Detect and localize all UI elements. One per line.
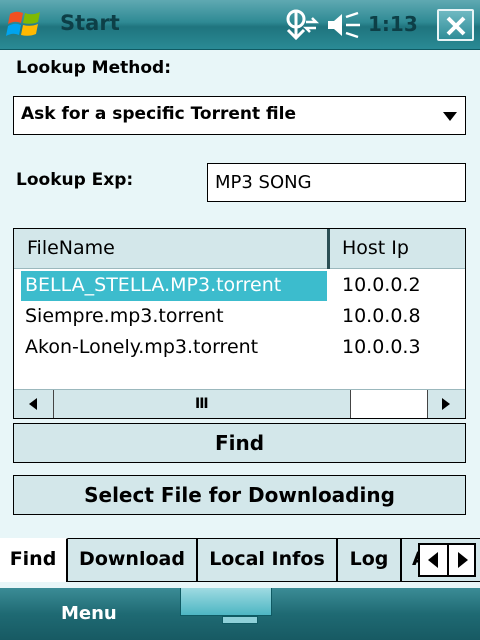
tab-log[interactable]: Log — [338, 539, 402, 582]
scroll-left-button[interactable] — [14, 390, 54, 418]
title-bar: Start 1:13 — [0, 0, 480, 50]
keyboard-toggle-button[interactable] — [180, 588, 272, 616]
select-file-button[interactable]: Select File for Downloading — [13, 475, 466, 515]
host-ip-cell: 10.0.0.3 — [342, 336, 421, 358]
keyboard-icon — [222, 616, 258, 624]
arrow-left-icon — [29, 398, 37, 410]
menu-softkey[interactable]: Menu — [61, 603, 117, 624]
host-ip-cell: 10.0.0.2 — [342, 274, 421, 296]
windows-flag-icon[interactable] — [6, 6, 44, 44]
close-button[interactable] — [437, 9, 474, 41]
host-ip-cell: 10.0.0.8 — [342, 305, 421, 327]
list-row[interactable]: Akon-Lonely.mp3.torrent 10.0.0.3 — [14, 333, 465, 364]
window-title[interactable]: Start — [60, 11, 120, 35]
column-header-filename[interactable]: FileName — [14, 229, 330, 269]
find-button[interactable]: Find — [13, 423, 466, 463]
lookup-method-label: Lookup Method: — [16, 58, 172, 78]
filename-cell: BELLA_STELLA.MP3.torrent — [21, 271, 327, 301]
connectivity-icon[interactable] — [284, 8, 320, 42]
list-row[interactable]: BELLA_STELLA.MP3.torrent 10.0.0.2 — [14, 271, 465, 302]
tab-find[interactable]: Find — [0, 538, 68, 582]
dropdown-arrow-icon — [443, 112, 457, 121]
list-header: FileName Host Ip — [14, 229, 465, 269]
clock[interactable]: 1:13 — [368, 12, 418, 36]
lookup-method-dropdown[interactable]: Ask for a specific Torrent file — [13, 96, 466, 135]
filename-cell: Akon-Lonely.mp3.torrent — [25, 336, 259, 358]
lookup-exp-input[interactable] — [207, 163, 466, 202]
lookup-exp-label: Lookup Exp: — [16, 170, 134, 190]
tab-download[interactable]: Download — [68, 539, 198, 582]
arrow-right-icon — [442, 398, 450, 410]
filename-cell: Siempre.mp3.torrent — [25, 305, 224, 327]
scroll-thumb[interactable] — [350, 390, 428, 418]
horizontal-scrollbar[interactable]: III — [14, 389, 465, 418]
scroll-right-button[interactable] — [429, 390, 465, 418]
tab-local-infos[interactable]: Local Infos — [198, 539, 338, 582]
list-row[interactable]: Siempre.mp3.torrent 10.0.0.8 — [14, 302, 465, 333]
arrow-right-icon[interactable] — [449, 545, 476, 575]
file-list[interactable]: FileName Host Ip BELLA_STELLA.MP3.torren… — [13, 228, 466, 419]
close-icon — [446, 16, 466, 36]
arrow-left-icon[interactable] — [420, 545, 447, 575]
scroll-grip-icon: III — [195, 396, 209, 412]
volume-icon[interactable] — [326, 10, 362, 40]
tab-scroll-buttons[interactable] — [418, 543, 476, 577]
lookup-method-value: Ask for a specific Torrent file — [21, 104, 297, 124]
tab-strip: Find Download Local Infos Log A — [0, 538, 480, 582]
column-header-host-ip[interactable]: Host Ip — [333, 229, 465, 269]
